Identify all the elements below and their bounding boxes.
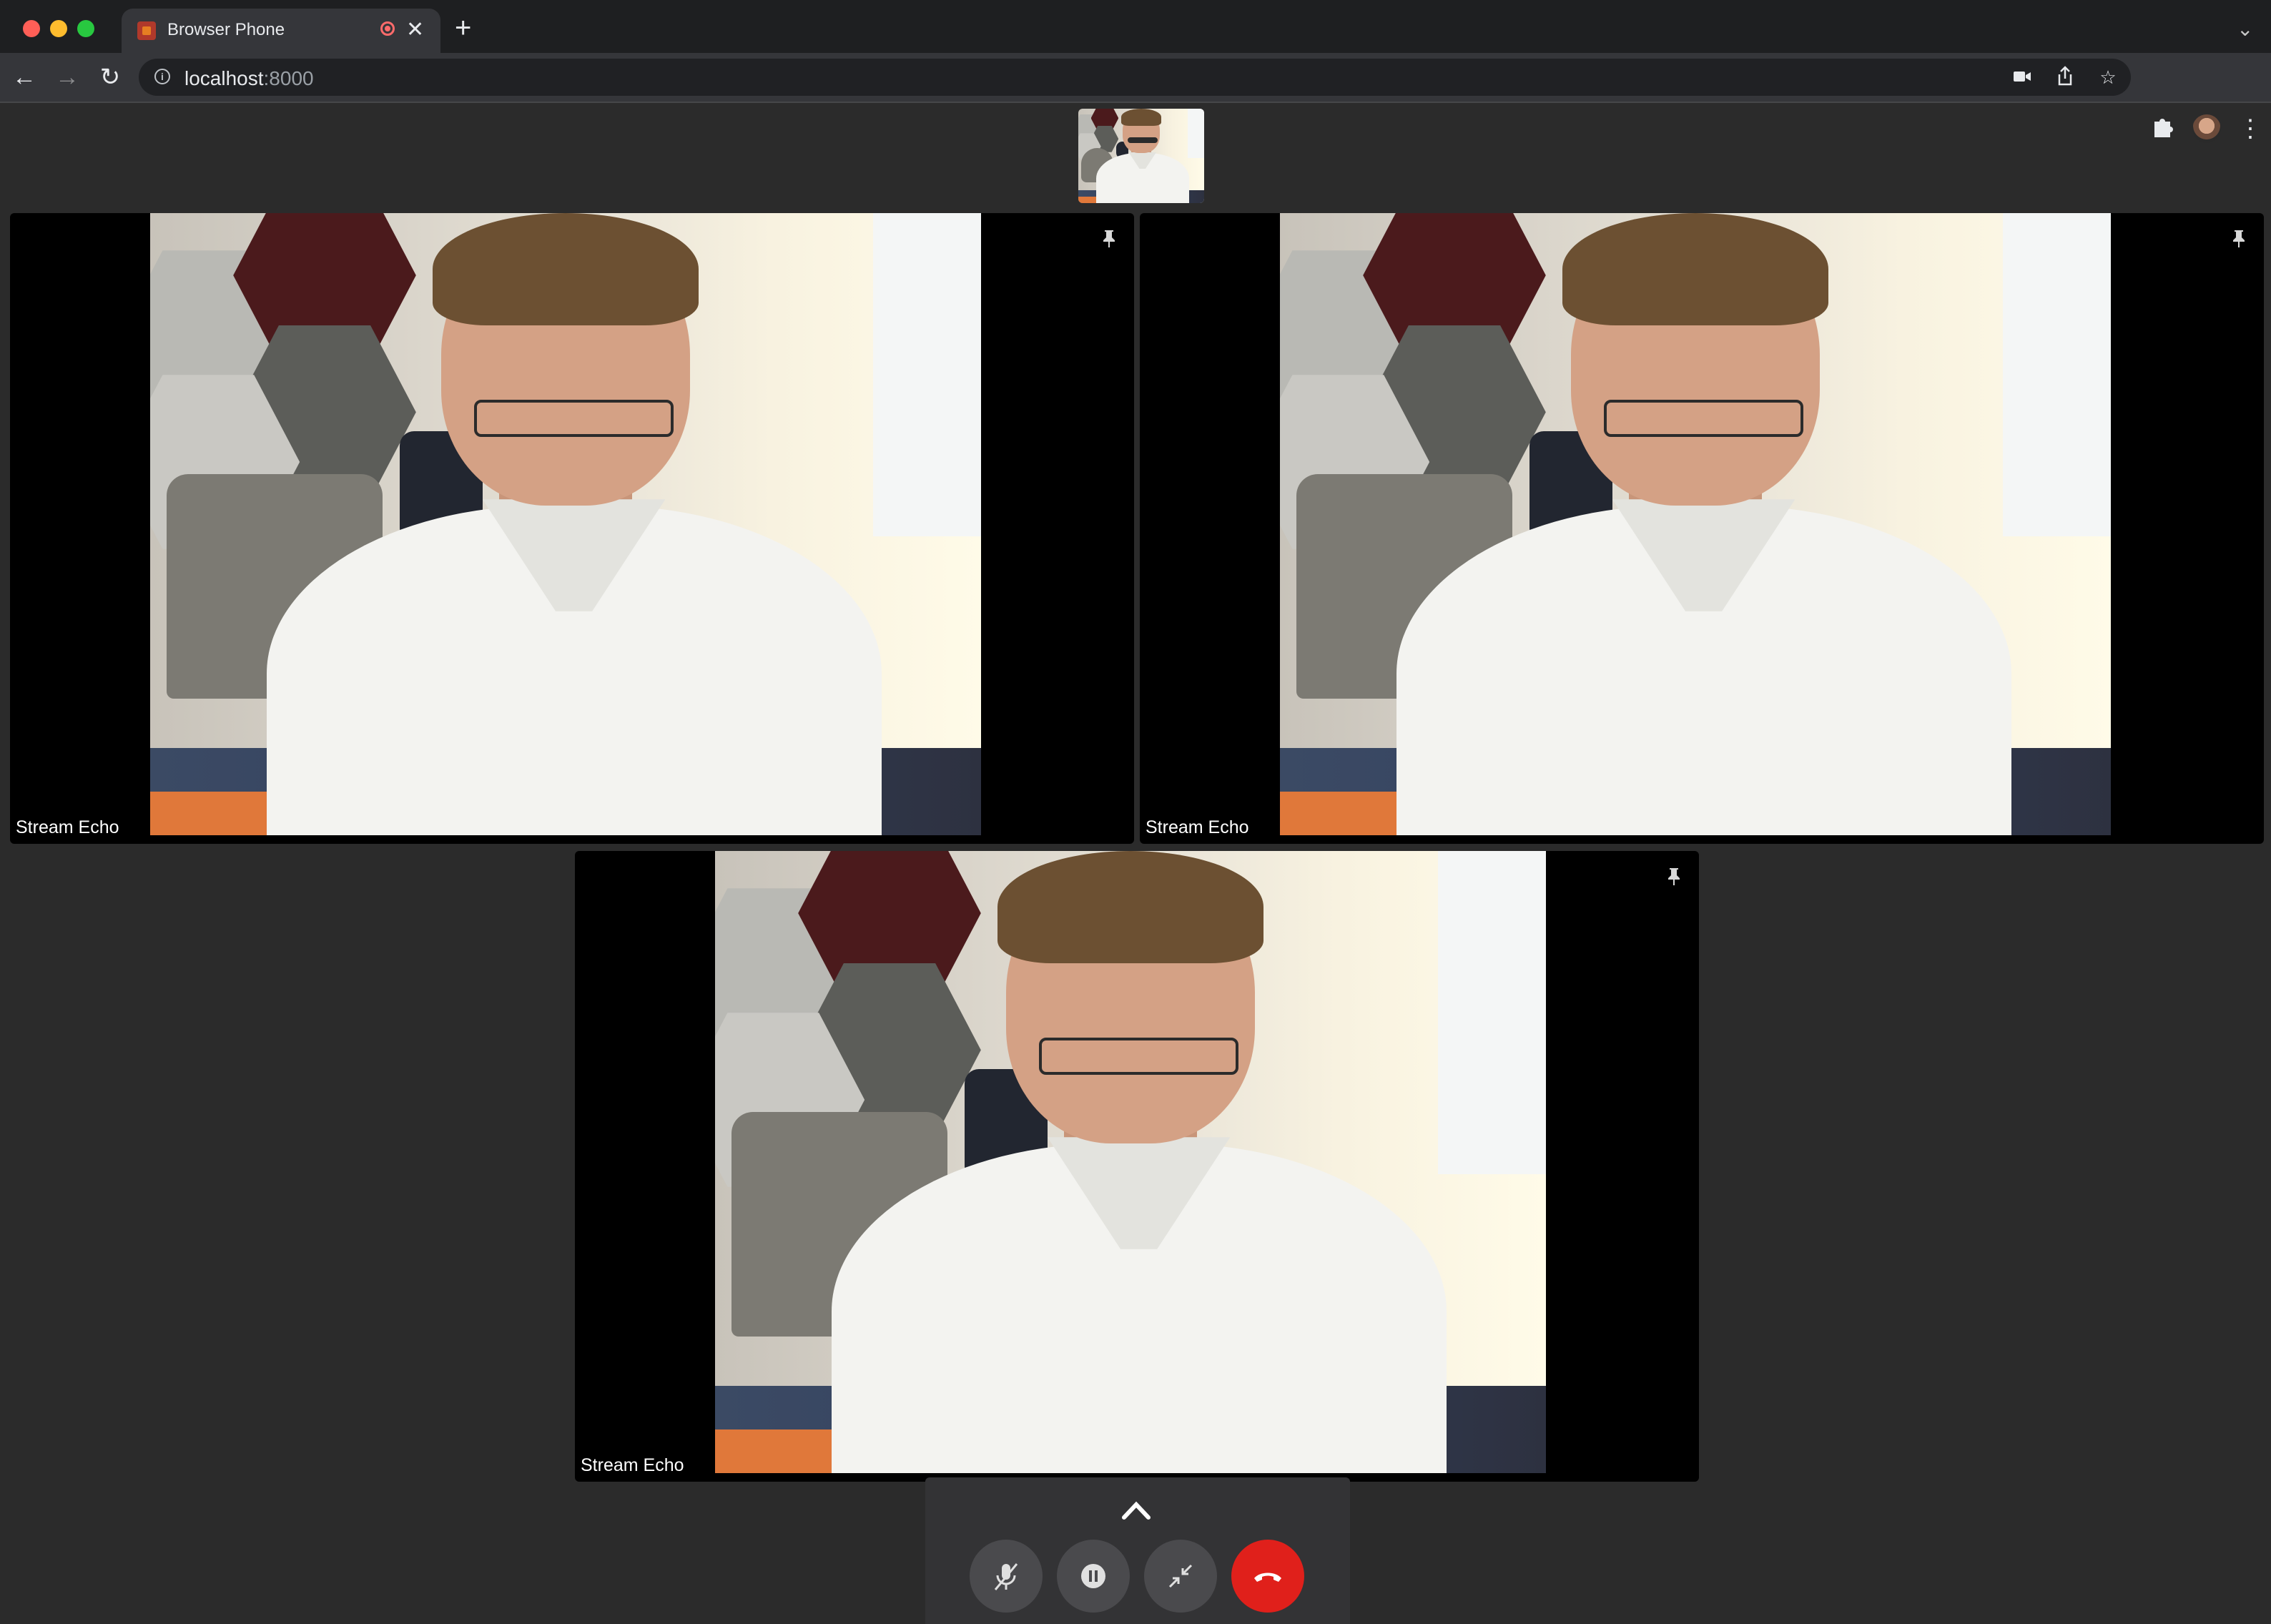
call-controls <box>925 1477 1350 1624</box>
tab-close-icon[interactable]: ✕ <box>406 16 424 44</box>
window-minimize-button[interactable] <box>50 20 67 37</box>
extensions-icon[interactable] <box>2149 114 2175 140</box>
browser-toolbar: ← → ↻ i localhost:8000 ☆ ⋮ <box>0 53 2271 143</box>
participant-name: Stream Echo <box>1146 817 1249 837</box>
participant-name: Stream Echo <box>581 1455 684 1475</box>
self-video-frame <box>1078 109 1204 203</box>
tab-title: Browser Phone <box>167 20 285 39</box>
share-icon[interactable] <box>2054 66 2077 89</box>
reload-icon[interactable]: ↻ <box>94 61 126 93</box>
recording-icon <box>380 21 395 36</box>
address-bar[interactable]: i localhost:8000 ☆ <box>139 59 2131 96</box>
mute-button[interactable] <box>970 1540 1043 1613</box>
new-tab-icon[interactable]: + <box>455 11 471 44</box>
hangup-icon <box>1254 1573 1281 1582</box>
window-zoom-button[interactable] <box>77 20 94 37</box>
info-icon[interactable]: i <box>154 69 170 84</box>
hangup-button[interactable] <box>1231 1540 1304 1613</box>
pin-icon[interactable] <box>2231 229 2247 247</box>
self-preview-video[interactable] <box>1078 109 1204 203</box>
profile-avatar[interactable] <box>2192 114 2221 143</box>
chevron-up-icon[interactable] <box>1118 1497 1154 1522</box>
url-port: :8000 <box>263 67 314 89</box>
mic-muted-icon <box>994 1563 1018 1590</box>
star-icon[interactable]: ☆ <box>2097 66 2119 89</box>
url-host: localhost <box>184 67 264 89</box>
tab-strip: Browser Phone ✕ + ⌄ <box>0 0 2271 53</box>
favicon-icon <box>137 21 156 40</box>
video-frame <box>1280 213 2111 835</box>
video-frame <box>150 213 981 835</box>
minimize-button[interactable] <box>1144 1540 1217 1613</box>
pause-icon <box>1081 1564 1105 1588</box>
pin-icon[interactable] <box>1666 867 1682 885</box>
video-tile[interactable]: Stream Echo <box>10 213 1134 844</box>
tab-list-icon[interactable]: ⌄ <box>2237 17 2253 41</box>
camera-icon[interactable] <box>2011 66 2034 89</box>
window-close-button[interactable] <box>23 20 40 37</box>
browser-tab[interactable]: Browser Phone ✕ <box>122 9 440 53</box>
participant-name: Stream Echo <box>16 817 119 837</box>
menu-icon[interactable]: ⋮ <box>2238 113 2262 144</box>
video-tile[interactable]: Stream Echo <box>1140 213 2264 844</box>
pin-icon[interactable] <box>1101 229 1117 247</box>
video-tile[interactable]: Stream Echo <box>575 851 1699 1482</box>
back-icon[interactable]: ← <box>9 61 40 93</box>
url-text: localhost:8000 <box>184 67 314 90</box>
video-frame <box>715 851 1546 1473</box>
minimize-icon <box>1168 1564 1193 1588</box>
hold-button[interactable] <box>1057 1540 1130 1613</box>
forward-icon[interactable]: → <box>51 61 83 93</box>
